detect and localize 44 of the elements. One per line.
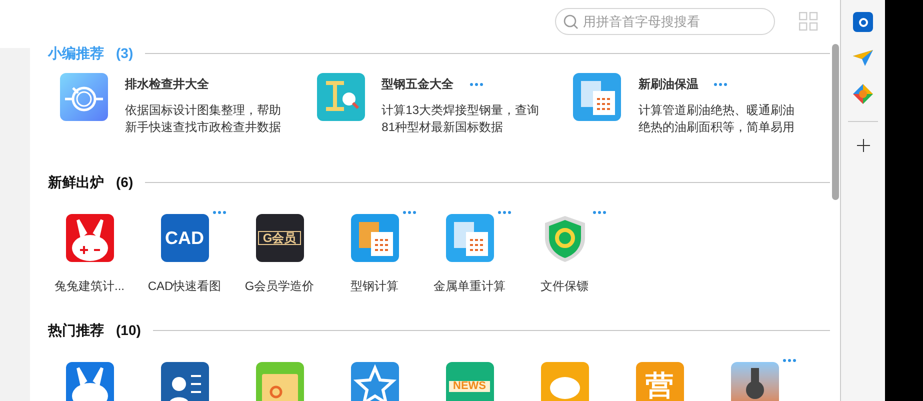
search-field[interactable]: 用拼音首字母搜搜看 [555, 8, 775, 34]
app-icon[interactable]: G会员 [256, 214, 304, 262]
app-icon[interactable] [66, 214, 114, 262]
icon-label: G会员 [258, 231, 302, 245]
app-icon[interactable] [573, 73, 622, 121]
app-name[interactable]: G会员学造价 [244, 277, 314, 295]
more-icon[interactable] [714, 82, 728, 86]
app-icon[interactable] [60, 73, 108, 121]
scrollbar-thumb[interactable] [832, 44, 838, 200]
section-title: 新鲜出炉 (6) [48, 172, 134, 192]
app-name[interactable]: 型钢计算 [350, 277, 398, 295]
app-name[interactable]: 文件保镖 [540, 277, 588, 295]
app-description: 计算13大类焊接型钢量，查询81种型材最新国标数据 [382, 102, 540, 136]
more-icon[interactable] [403, 210, 416, 214]
app-icon[interactable]: CAD [160, 214, 208, 262]
app-icon[interactable] [350, 214, 398, 262]
app-name[interactable]: CAD快速看图 [148, 277, 222, 295]
diamond-app-icon[interactable] [853, 84, 873, 104]
app-icon[interactable] [66, 362, 114, 401]
icon-label: NEWS [449, 380, 490, 392]
more-icon[interactable] [470, 82, 483, 86]
section-title: 热门推荐 (10) [48, 320, 141, 340]
app-name[interactable]: 金属单重计算 [434, 277, 506, 295]
search-icon [563, 14, 579, 30]
send-icon[interactable] [853, 49, 873, 67]
app-icon[interactable] [350, 362, 398, 401]
section-title: 小编推荐 (3) [48, 44, 134, 63]
app-title[interactable]: 型钢五金大全 [382, 75, 454, 93]
app-description: 依据国标设计图集整理，帮助新手快速查找市政检查井数据 [125, 102, 282, 136]
icon-label: 营 [646, 372, 674, 400]
add-icon[interactable] [856, 139, 870, 152]
app-icon[interactable] [160, 362, 208, 401]
app-description: 计算管道刷油绝热、暖通刷油绝热的油刷面积等，简单易用 [638, 102, 796, 136]
mail-app-icon[interactable] [853, 12, 873, 32]
more-icon[interactable] [783, 358, 796, 362]
more-icon[interactable] [498, 210, 511, 214]
app-icon[interactable] [446, 214, 494, 262]
more-icon[interactable] [213, 210, 226, 214]
app-title[interactable]: 新刷油保温 [638, 75, 698, 93]
app-icon[interactable] [730, 362, 778, 401]
icon-label: CAD [165, 229, 204, 247]
more-icon[interactable] [593, 210, 606, 214]
app-name[interactable]: 兔兔建筑计... [54, 277, 124, 295]
app-title[interactable]: 排水检查井大全 [125, 75, 209, 93]
